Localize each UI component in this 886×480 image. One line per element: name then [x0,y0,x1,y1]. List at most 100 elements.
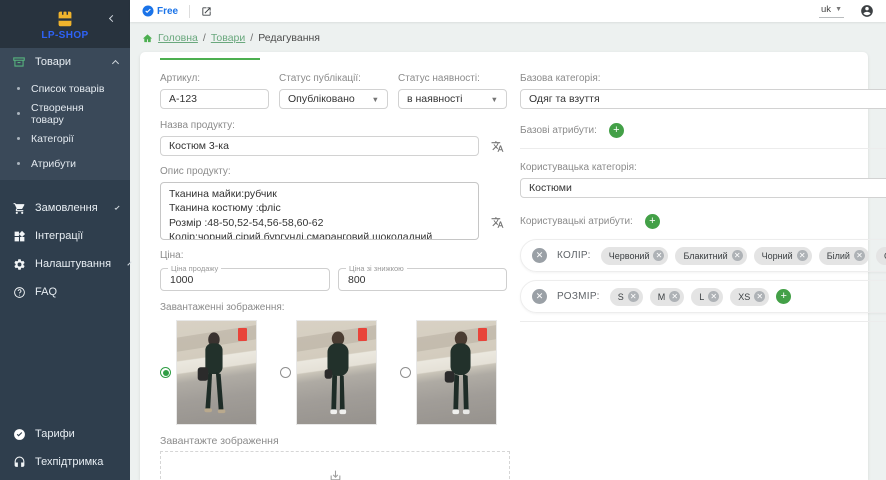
translate-name-button[interactable] [487,136,507,156]
form-left-column: Артикул: A-123 Статус публікації: Опублі… [160,73,507,480]
attribute-value-chip: Блакитний✕ [675,247,746,265]
breadcrumb-separator: / [250,32,253,44]
remove-attribute-icon[interactable]: ✕ [532,248,547,263]
remove-value-icon[interactable]: ✕ [653,250,664,261]
sub-item-label: Атрибути [31,158,76,170]
main-image-radio-2[interactable] [280,367,291,378]
language-select[interactable]: uk ▼ [819,4,844,18]
sub-item-label: Категорії [31,133,74,145]
price-label: Ціна: [160,250,507,261]
attribute-row-size: ✕ РОЗМІР: S✕ M✕ L✕ XS✕ + [520,280,886,313]
divider [520,321,886,322]
breadcrumb-separator: / [203,32,206,44]
remove-value-icon[interactable]: ✕ [797,250,808,261]
sidebar-item-label: FAQ [35,286,57,298]
image-dropzone[interactable] [160,451,510,480]
attribute-value-chip: Сірий✕ [876,247,886,265]
discount-price-input[interactable]: Ціна зі знижкою 800 [338,268,507,291]
sidebar-item-products[interactable]: Товари [0,48,130,76]
sidebar-item-categories[interactable]: Категорії [0,126,130,151]
user-avatar-icon[interactable] [860,4,874,18]
uploaded-images-row [160,320,507,425]
breadcrumb-products-link[interactable]: Товари [211,32,245,44]
chevron-down-icon: ▼ [491,95,498,104]
publish-status-value: Опубліковано [288,93,355,105]
stock-status-label: Статус наявності: [398,73,507,84]
language-value: uk [821,4,831,15]
red-tag [238,328,247,341]
sidebar-item-settings[interactable]: Налаштування [0,250,130,278]
base-category-label: Базова категорія: [520,73,886,84]
sku-input[interactable]: A-123 [160,89,269,109]
product-name-input[interactable]: Костюм 3-ка [160,136,479,156]
chip-label: Білий [827,251,850,261]
description-textarea[interactable]: Тканина майки:рубчик Тканина костюму :фл… [160,182,479,240]
sale-price-float-label: Ціна продажу [168,264,221,273]
sidebar-item-faq[interactable]: FAQ [0,278,130,306]
chevron-up-icon [112,60,119,67]
attribute-chips: S✕ M✕ L✕ XS✕ + [610,288,886,306]
sidebar-item-orders[interactable]: Замовлення [0,194,130,222]
brand-name: LP-SHOP [41,30,88,41]
product-photo-1[interactable] [176,320,257,425]
edit-product-card: Артикул: A-123 Статус публікації: Опублі… [140,52,868,480]
attribute-row-color: ✕ КОЛІР: Червоний✕ Блакитний✕ Чорний✕ Бі… [520,239,886,272]
publish-status-select[interactable]: Опубліковано ▼ [279,89,388,109]
remove-value-icon[interactable]: ✕ [708,291,719,302]
sidebar-item-label: Тарифи [35,428,75,440]
chip-label: XS [738,292,750,302]
attribute-chips: Червоний✕ Блакитний✕ Чорний✕ Білий✕ Сіри… [601,247,886,265]
chip-label: L [699,292,704,302]
gear-icon [12,257,26,271]
remove-attribute-icon[interactable]: ✕ [532,289,547,304]
sidebar-item-tariffs[interactable]: Тарифи [0,420,130,448]
product-photo-3[interactable] [416,320,497,425]
base-category-input[interactable]: Одяг та взуття [520,89,886,109]
sidebar-item-integrations[interactable]: Інтеграції [0,222,130,250]
remove-value-icon[interactable]: ✕ [754,291,765,302]
sidebar-item-label: Налаштування [35,258,111,270]
question-circle-icon [12,285,26,299]
breadcrumb-home-link[interactable]: Головна [158,32,198,44]
product-box-icon [12,55,26,69]
model-silhouette [441,331,481,417]
stock-status-select[interactable]: в наявності ▼ [398,89,507,109]
add-size-value-button[interactable]: + [776,289,791,304]
chip-label: S [618,292,624,302]
sidebar-item-product-list[interactable]: Список товарів [0,76,130,101]
sidebar-item-label: Замовлення [35,202,98,214]
chip-label: M [658,292,666,302]
translate-icon [491,140,504,153]
chevron-down-icon: ▼ [835,6,842,13]
sku-label: Артикул: [160,73,269,84]
sidebar-header: LP-SHOP [0,0,130,48]
sale-price-input[interactable]: Ціна продажу 1000 [160,268,330,291]
remove-value-icon[interactable]: ✕ [669,291,680,302]
sidebar-item-support[interactable]: Техпідтримка [0,448,130,476]
sidebar: LP-SHOP Товари Список товарів Створення … [0,0,130,480]
base-category-value: Одяг та взуття [529,93,600,105]
remove-value-icon[interactable]: ✕ [854,250,865,261]
main-image-radio-1[interactable] [160,367,171,378]
divider [189,5,190,18]
attribute-value-chip: Чорний✕ [754,247,812,265]
breadcrumb-current: Редагування [258,32,320,44]
remove-value-icon[interactable]: ✕ [732,250,743,261]
attribute-value-chip: XS ✕ [730,288,769,306]
remove-value-icon[interactable]: ✕ [628,291,639,302]
translate-description-button[interactable] [487,212,507,232]
add-custom-attribute-button[interactable]: + [645,214,660,229]
bullet-icon [17,112,20,115]
home-icon [142,33,153,44]
open-in-new-icon[interactable] [201,6,212,17]
sidebar-collapse-button[interactable] [110,8,120,18]
product-photo-2[interactable] [296,320,377,425]
custom-category-select[interactable]: Костюми ▼ [520,178,886,198]
sidebar-item-attributes[interactable]: Атрибути [0,151,130,176]
plan-badge[interactable]: Free [142,5,178,17]
main-image-radio-3[interactable] [400,367,411,378]
sidebar-item-product-create[interactable]: Створення товару [0,101,130,126]
attribute-value-chip: M✕ [650,288,685,306]
image-item [280,320,377,425]
add-base-attribute-button[interactable]: + [609,123,624,138]
